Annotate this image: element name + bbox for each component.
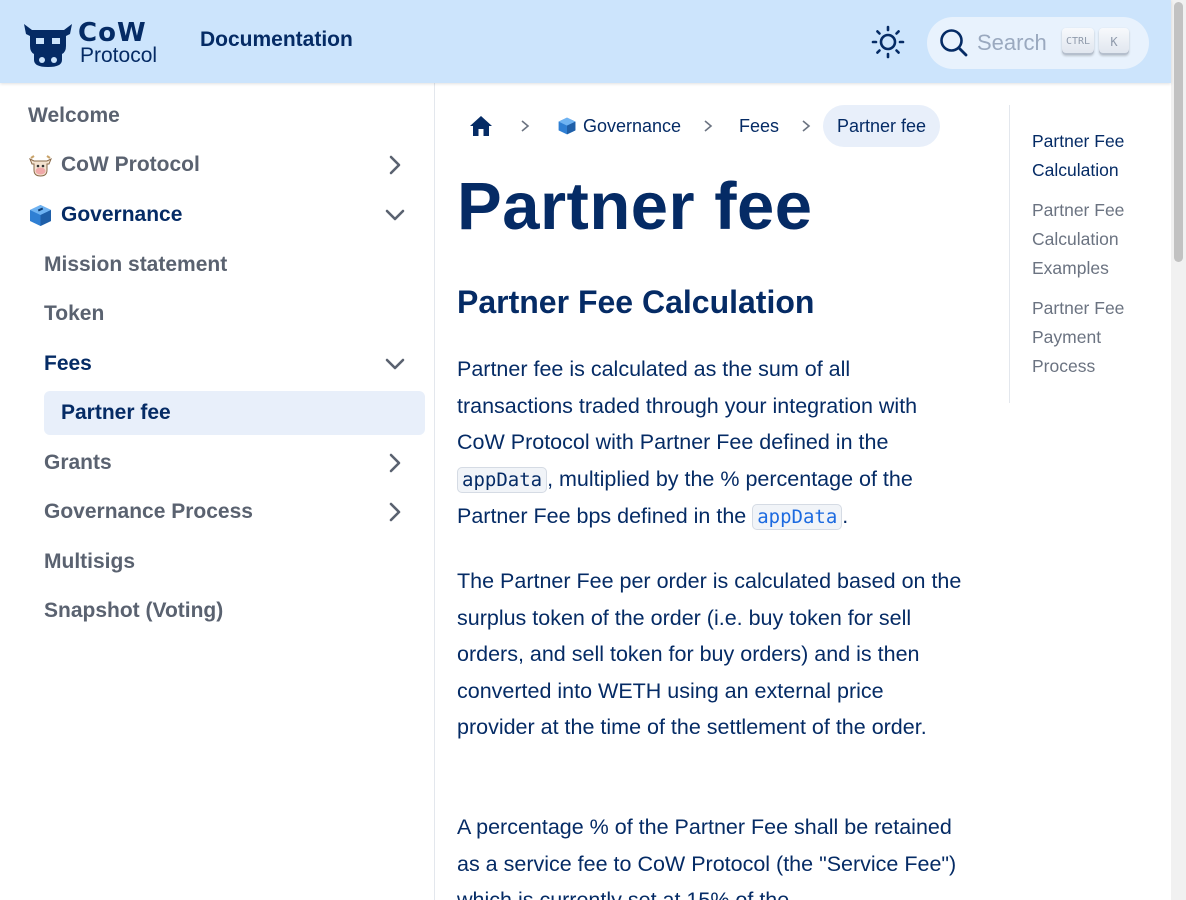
breadcrumb-governance[interactable]: Governance <box>557 105 681 147</box>
kbd-k: K <box>1099 28 1129 55</box>
paragraph-3: A percentage % of the Partner Fee shall … <box>457 815 957 900</box>
sidebar-item-welcome[interactable]: Welcome <box>28 94 425 138</box>
toc-item-partner-fee-payment-process[interactable]: Partner Fee Payment Process <box>1032 294 1152 381</box>
chevron-right-icon[interactable] <box>385 155 405 175</box>
sidebar-item-label: Welcome <box>28 104 120 127</box>
sidebar-item-label: Governance <box>61 203 183 226</box>
sidebar-item-multisigs[interactable]: Multisigs <box>44 540 425 584</box>
logo-wordmark: CoW <box>78 18 147 48</box>
inline-code: appData <box>457 466 548 493</box>
cow-emoji-icon <box>29 154 52 177</box>
sun-icon <box>871 25 905 59</box>
sidebar-item-grants[interactable]: Grants <box>44 441 425 485</box>
home-icon[interactable] <box>469 115 493 137</box>
sidebar-item-label: Snapshot (Voting) <box>44 599 224 622</box>
sidebar-item-label: Partner fee <box>61 401 171 424</box>
sidebar-item-label: Fees <box>44 352 92 375</box>
paragraph-1: Partner fee is calculated as the sum of … <box>457 351 967 536</box>
search-placeholder: Search <box>977 30 1047 55</box>
page-title: Partner fee <box>457 169 813 244</box>
toc-item-partner-fee-calculation-examples[interactable]: Partner Fee Calculation Examples <box>1032 196 1152 283</box>
sidebar-item-label: Mission statement <box>44 253 228 276</box>
sidebar-item-token[interactable]: Token <box>44 292 425 336</box>
ballot-box-icon <box>30 204 51 226</box>
breadcrumb-fees[interactable]: Fees <box>739 105 779 147</box>
search-button[interactable]: Search CTRL K <box>927 17 1149 69</box>
chevron-right-icon[interactable] <box>385 453 405 473</box>
sidebar-item-label: CoW Protocol <box>61 153 200 176</box>
theme-toggle-button[interactable] <box>869 22 907 62</box>
search-icon <box>940 29 968 57</box>
sidebar-item-governance[interactable]: Governance <box>28 193 425 237</box>
chevron-right-icon <box>521 120 530 132</box>
logo-subtitle: Protocol <box>80 44 158 67</box>
sidebar-item-label: Token <box>44 302 105 325</box>
sidebar-item-fees[interactable]: Fees <box>44 342 425 386</box>
breadcrumb-current-page: Partner fee <box>823 105 941 147</box>
chevron-right-icon[interactable] <box>385 502 405 522</box>
inline-code-link[interactable]: appData <box>752 504 843 530</box>
cow-head-icon <box>24 24 72 67</box>
ballot-box-icon <box>558 117 576 135</box>
kbd-ctrl: CTRL <box>1062 28 1094 55</box>
breadcrumb-label: Fees <box>739 115 780 136</box>
breadcrumb-label: Partner fee <box>837 115 927 136</box>
chevron-down-icon[interactable] <box>385 205 405 225</box>
chevron-right-icon <box>704 120 713 132</box>
sidebar-item-label: Grants <box>44 451 112 474</box>
sidebar: Welcome CoW Protocol Governance Mission … <box>0 83 435 900</box>
section-heading-partner-fee-calculation: Partner Fee Calculation <box>457 284 815 320</box>
sidebar-item-label: Multisigs <box>44 550 136 573</box>
chevron-down-icon[interactable] <box>385 354 405 374</box>
table-of-contents: Partner Fee Calculation Partner Fee Calc… <box>1009 105 1164 403</box>
sidebar-item-cow-protocol[interactable]: CoW Protocol <box>28 143 425 187</box>
docs-title-link[interactable]: Documentation <box>200 28 353 52</box>
top-navbar: CoW Protocol Documentation Search CTRL K <box>0 0 1171 83</box>
scrollbar-thumb[interactable] <box>1174 2 1183 262</box>
sidebar-item-mission-statement[interactable]: Mission statement <box>44 243 425 287</box>
sidebar-item-label: Governance Process <box>44 500 253 523</box>
page-scrollbar[interactable] <box>1171 0 1186 900</box>
chevron-right-icon <box>802 120 811 132</box>
paragraph-2: The Partner Fee per order is calculated … <box>457 569 962 739</box>
sidebar-item-snapshot-voting[interactable]: Snapshot (Voting) <box>44 589 425 633</box>
sidebar-item-governance-process[interactable]: Governance Process <box>44 490 425 534</box>
toc-item-partner-fee-calculation[interactable]: Partner Fee Calculation <box>1032 127 1152 185</box>
paragraph-text: Partner fee is calculated as the sum of … <box>457 357 918 454</box>
sidebar-item-partner-fee[interactable]: Partner fee <box>44 391 425 435</box>
cow-protocol-logo[interactable]: CoW Protocol <box>22 20 172 68</box>
paragraph-text: . <box>842 504 849 528</box>
breadcrumb-label: Governance <box>583 115 682 136</box>
